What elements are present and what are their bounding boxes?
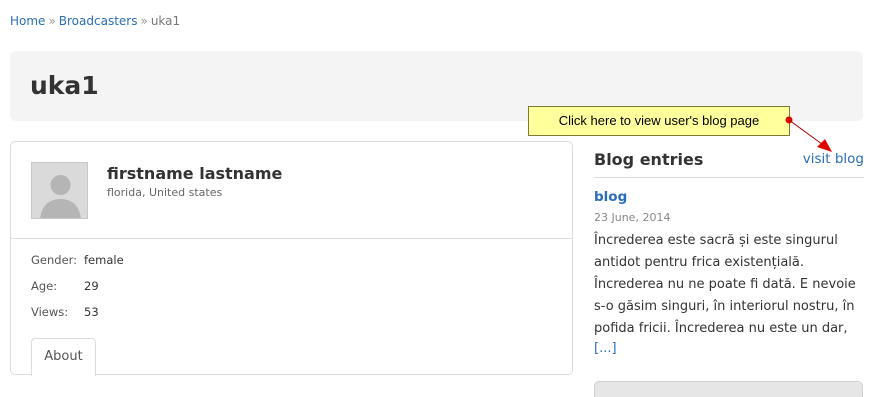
views-label: Views: — [31, 305, 69, 319]
breadcrumb-home-link[interactable]: Home — [10, 14, 45, 28]
arrow-line — [788, 119, 827, 148]
sidebar-next-widget — [594, 381, 863, 397]
annotation-callout: Click here to view user's blog page — [528, 106, 790, 136]
visit-blog-link[interactable]: visit blog — [803, 151, 864, 167]
breadcrumb: Home» Broadcasters» uka1 — [10, 14, 180, 28]
divider — [11, 238, 572, 239]
info-row-age: Age: 29 — [31, 279, 99, 293]
blog-entries-heading: Blog entries — [594, 150, 704, 169]
profile-location: florida, United states — [107, 186, 223, 199]
tab-about[interactable]: About — [31, 338, 96, 376]
breadcrumb-current: uka1 — [150, 14, 181, 28]
page-title: uka1 — [30, 71, 99, 100]
gender-label: Gender: — [31, 253, 78, 267]
breadcrumb-broadcasters-link[interactable]: Broadcasters — [59, 14, 138, 28]
info-row-views: Views: 53 — [31, 305, 99, 319]
info-row-gender: Gender: female — [31, 253, 124, 267]
avatar — [31, 162, 88, 219]
blog-entry-title-link[interactable]: blog — [594, 189, 627, 205]
default-user-silhouette-icon — [32, 163, 87, 218]
breadcrumb-separator: » — [140, 14, 148, 28]
blog-entry-read-more-link[interactable]: [...] — [594, 341, 617, 356]
profile-card: firstname lastname florida, United state… — [10, 141, 573, 376]
gender-value: female — [84, 253, 124, 267]
age-value: 29 — [84, 279, 99, 293]
blog-entry-date: 23 June, 2014 — [594, 211, 671, 224]
views-value: 53 — [84, 305, 99, 319]
divider — [594, 177, 864, 178]
blog-entry-excerpt: Încrederea este sacră și este singurul a… — [594, 233, 856, 336]
age-label: Age: — [31, 279, 58, 293]
profile-name: firstname lastname — [107, 164, 283, 183]
breadcrumb-separator: » — [48, 14, 56, 28]
